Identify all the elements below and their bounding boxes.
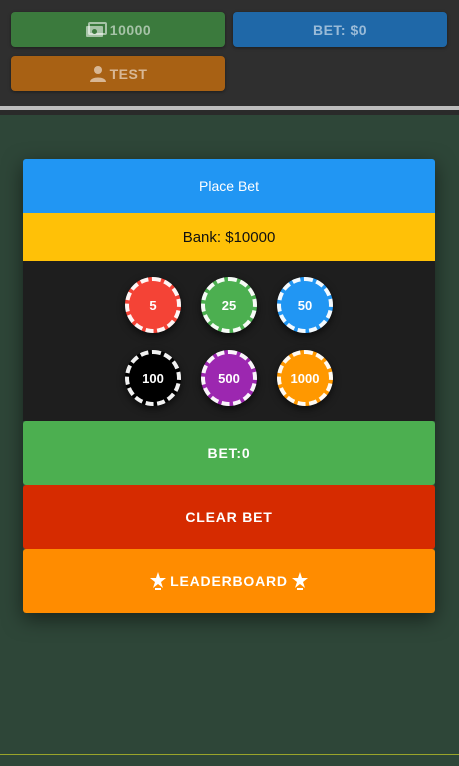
- divider-shadow: [0, 110, 459, 115]
- current-bet-label: BET: $0: [312, 21, 368, 38]
- chip-5[interactable]: 5: [125, 277, 181, 333]
- chip-value: 5: [149, 297, 157, 313]
- top-bar: 10000 BET: $0 TEST: [0, 0, 459, 106]
- trophy-star-icon: [291, 572, 308, 590]
- chip-value: 1000: [290, 370, 320, 386]
- current-bet-button[interactable]: BET: $0: [233, 12, 447, 47]
- user-label: TEST: [109, 65, 148, 82]
- chip-value: 25: [221, 297, 237, 313]
- chip-25[interactable]: 25: [201, 277, 257, 333]
- person-icon: [89, 65, 107, 83]
- chip-50[interactable]: 50: [277, 277, 333, 333]
- footer-line: [0, 754, 459, 755]
- bet-total-button[interactable]: BET:0: [23, 421, 435, 485]
- chip-value: 500: [218, 370, 240, 386]
- cash-icon: [85, 21, 107, 38]
- bank-label: Bank: $10000: [182, 228, 276, 246]
- trophy-star-icon: [150, 572, 167, 590]
- chip-tray: 5 25 50 100 500 1000: [23, 261, 435, 421]
- bank-balance-button[interactable]: 10000: [11, 12, 225, 47]
- clear-bet-label: CLEAR BET: [185, 509, 273, 525]
- leaderboard-label: LEADERBOARD: [170, 573, 288, 589]
- place-bet-header: Place Bet: [23, 159, 435, 213]
- bank-balance-label: 10000: [109, 21, 152, 38]
- clear-bet-button[interactable]: CLEAR BET: [23, 485, 435, 549]
- chip-value: 100: [142, 370, 164, 386]
- chip-1000[interactable]: 1000: [277, 350, 333, 406]
- user-button[interactable]: TEST: [11, 56, 225, 91]
- chip-100[interactable]: 100: [125, 350, 181, 406]
- bank-display: Bank: $10000: [23, 213, 435, 261]
- bet-panel: Place Bet Bank: $10000 5 25 50 100 500 1000 B…: [23, 159, 435, 613]
- leaderboard-button[interactable]: LEADERBOARD: [23, 549, 435, 613]
- chip-value: 50: [297, 297, 313, 313]
- bet-total-label: BET:0: [207, 445, 251, 461]
- chip-500[interactable]: 500: [201, 350, 257, 406]
- place-bet-title: Place Bet: [199, 178, 259, 194]
